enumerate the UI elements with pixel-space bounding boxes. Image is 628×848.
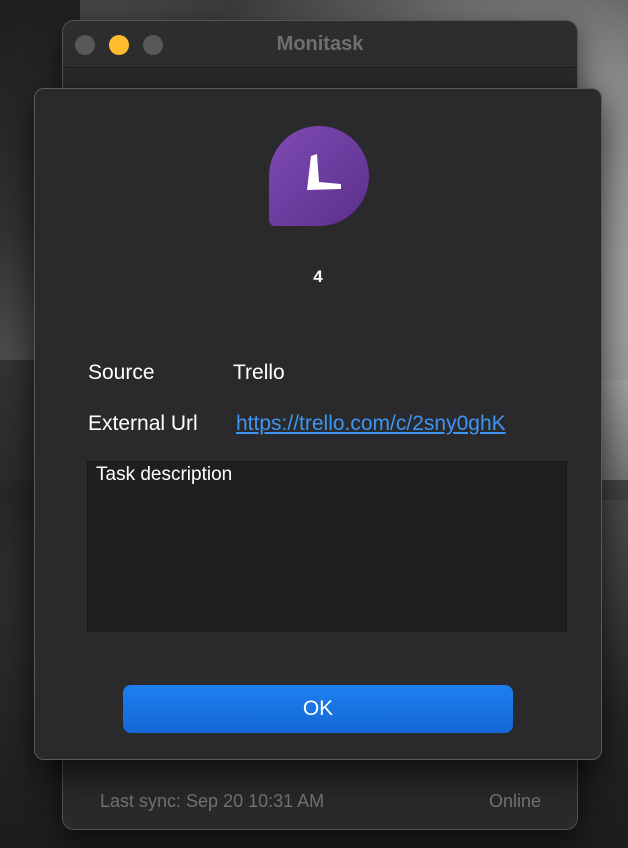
source-label: Source — [88, 361, 155, 384]
task-description-field[interactable]: Task description — [87, 461, 567, 632]
external-url-label: External Url — [88, 412, 198, 435]
status-bar: Last sync: Sep 20 10:31 AM Online — [63, 771, 577, 829]
window-title: Monitask — [276, 33, 364, 55]
monitask-clock-icon — [269, 126, 369, 226]
source-value: Trello — [233, 361, 285, 384]
ok-button[interactable]: OK — [123, 685, 513, 733]
external-url-link[interactable]: https://trello.com/c/2sny0ghK — [236, 412, 506, 436]
task-number: 4 — [313, 267, 323, 286]
task-details-sheet: 4 Source Trello External Url https://tre… — [34, 88, 602, 760]
connection-status: Online — [488, 791, 541, 811]
last-sync-text: Last sync: Sep 20 10:31 AM — [100, 791, 325, 811]
window-titlebar[interactable]: Monitask — [63, 21, 577, 68]
